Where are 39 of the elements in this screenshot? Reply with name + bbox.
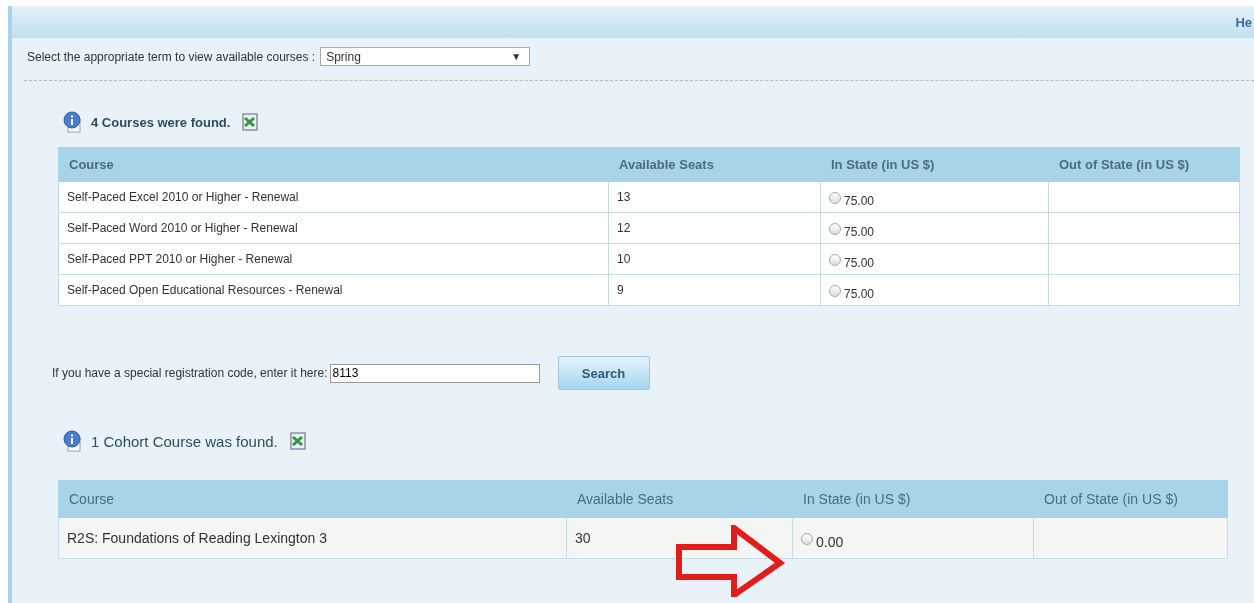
seats-cell: 10 (608, 243, 821, 275)
price-label: 75.00 (844, 225, 875, 239)
price-label: 0.00 (816, 534, 844, 550)
course-cell: Self-Paced PPT 2010 or Higher - Renewal (58, 243, 609, 275)
radio-button[interactable] (829, 253, 841, 266)
column-header: In State (in US $) (820, 147, 1049, 182)
column-header: Out of State (in US $) (1048, 147, 1240, 182)
spreadsheet-export-icon[interactable] (289, 432, 306, 450)
term-dropdown[interactable]: Spring ▼ (320, 47, 531, 66)
column-header: Course (58, 480, 567, 518)
price-label: 75.00 (844, 194, 875, 208)
column-header: Available Seats (566, 480, 793, 518)
info-icon (63, 111, 83, 133)
info-icon (63, 430, 83, 452)
course-cell: Self-Paced Open Educational Resources - Renewal (58, 274, 609, 306)
radio-button[interactable] (829, 191, 841, 204)
seats-cell: 13 (608, 181, 821, 213)
help-link[interactable]: He (1235, 14, 1252, 30)
course-cell: Self-Paced Excel 2010 or Higher - Renewal (58, 181, 609, 213)
registration-code-label: If you have a special registration code, enter it here: (52, 366, 328, 380)
radio-button[interactable] (829, 284, 841, 297)
seats-cell: 12 (608, 212, 821, 244)
results-message: 4 Courses were found. (91, 114, 231, 130)
course-cell: R2S: Foundations of Reading Lexington 3 (58, 517, 567, 559)
radio-button[interactable] (829, 222, 841, 235)
course-cell: Self-Paced Word 2010 or Higher - Renewal (58, 212, 609, 244)
search-button[interactable]: Search (557, 356, 650, 390)
registration-code-field[interactable]: 8113 (329, 363, 540, 383)
results-message: 1 Cohort Course was found. (91, 432, 278, 450)
column-header: Course (58, 147, 609, 182)
radio-button[interactable] (801, 533, 813, 546)
column-header: In State (in US $) (792, 480, 1034, 518)
spreadsheet-export-icon[interactable] (242, 113, 259, 131)
term-label: Select the appropriate term to view available courses : (27, 49, 316, 64)
column-header: Available Seats (608, 147, 821, 182)
seats-cell: 9 (608, 274, 821, 306)
column-header: Out of State (in US $) (1033, 480, 1228, 518)
price-label: 75.00 (844, 256, 875, 270)
price-label: 75.00 (844, 287, 875, 301)
